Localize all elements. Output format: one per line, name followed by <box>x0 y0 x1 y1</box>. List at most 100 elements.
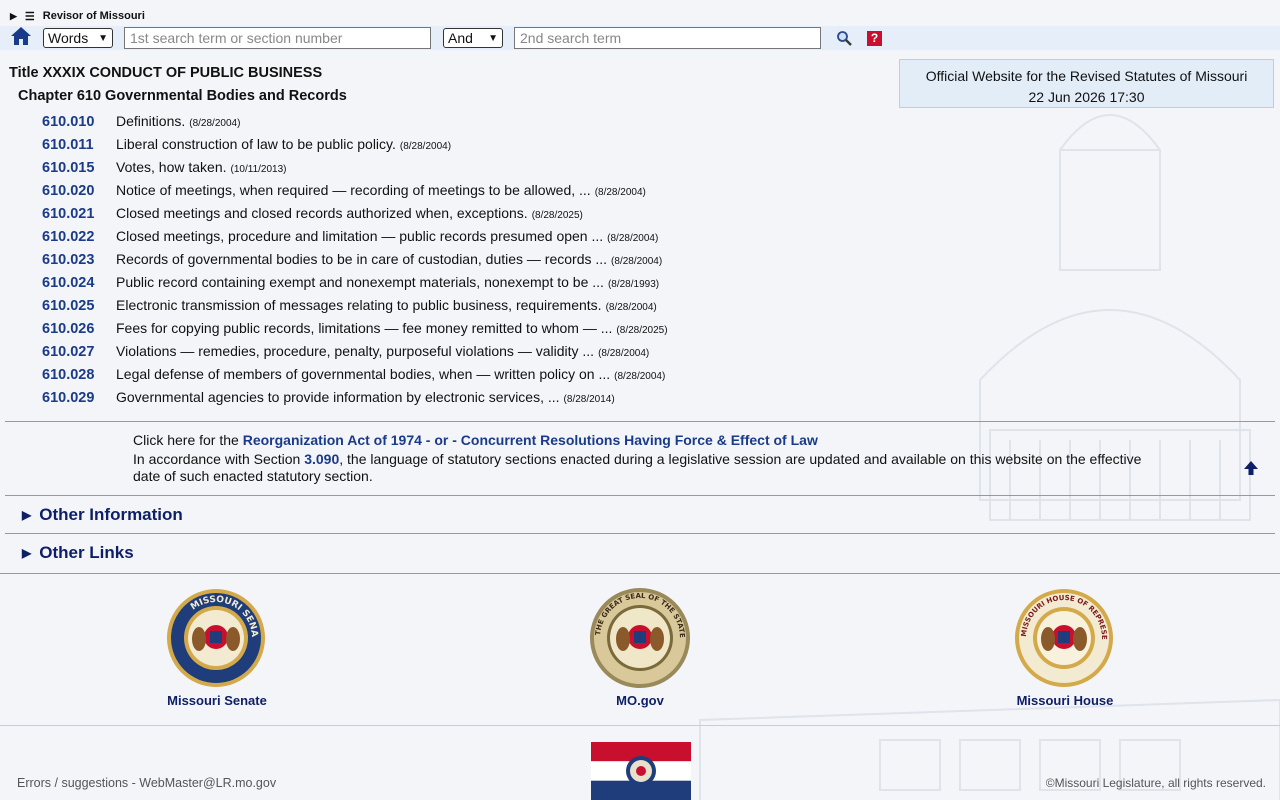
reorganization-act-link[interactable]: Reorganization Act of 1974 <box>243 432 422 448</box>
section-description: Electronic transmission of messages rela… <box>116 297 602 313</box>
section-description: Public record containing exempt and none… <box>116 274 604 290</box>
search-mode-select[interactable]: Words ▼ <box>43 28 113 48</box>
section-number-link[interactable]: 610.029 <box>42 390 116 406</box>
section-row: 610.027 Violations — remedies, procedure… <box>42 343 668 366</box>
section-row: 610.010 Definitions. (8/28/2004) <box>42 113 668 136</box>
other-links-toggle[interactable]: ▶ Other Links <box>22 543 134 563</box>
expand-triangle-icon: ▶ <box>22 546 32 560</box>
section-number-link[interactable]: 610.021 <box>42 206 116 222</box>
reorganization-notice: Click here for the Reorganization Act of… <box>133 432 1163 485</box>
section-date: (8/28/1993) <box>607 279 660 290</box>
section-description: Closed meetings, procedure and limitatio… <box>116 228 604 244</box>
search-term-1-placeholder: 1st search term or section number <box>130 30 343 46</box>
reorg-separator: - or - <box>425 432 457 448</box>
missouri-house-link[interactable]: Missouri House <box>965 693 1165 708</box>
search-connector-select[interactable]: And ▼ <box>443 28 503 48</box>
expand-triangle-icon: ▶ <box>22 508 32 522</box>
search-connector-value: And <box>448 30 473 46</box>
section-3090-link[interactable]: 3.090 <box>304 451 339 467</box>
home-icon[interactable] <box>10 26 32 46</box>
section-number-link[interactable]: 610.023 <box>42 252 116 268</box>
section-description: Liberal construction of law to be public… <box>116 136 396 152</box>
section-description: Votes, how taken. <box>116 159 227 175</box>
divider <box>0 573 1280 574</box>
section-number-link[interactable]: 610.025 <box>42 298 116 314</box>
menu-icon[interactable]: ☰ <box>25 10 35 23</box>
section-description: Records of governmental bodies to be in … <box>116 251 608 267</box>
section-description: Closed meetings and closed records autho… <box>116 205 528 221</box>
section-row: 610.022 Closed meetings, procedure and l… <box>42 228 668 251</box>
section-date: (8/28/2004) <box>614 371 666 382</box>
section-description: Violations — remedies, procedure, penalt… <box>116 343 595 359</box>
chevron-down-icon: ▼ <box>98 32 108 44</box>
section-description: Definitions. <box>116 113 186 129</box>
section-date: (8/28/2014) <box>563 394 615 405</box>
section-row: 610.026 Fees for copying public records,… <box>42 320 668 343</box>
section-row: 610.015 Votes, how taken. (10/11/2013) <box>42 159 668 182</box>
section-date: (8/28/2004) <box>598 348 650 359</box>
section-row: 610.025 Electronic transmission of messa… <box>42 297 668 320</box>
section-number-link[interactable]: 610.010 <box>42 114 116 130</box>
help-button[interactable]: ? <box>867 31 882 46</box>
section-description: Governmental agencies to provide informa… <box>116 389 560 405</box>
mo-gov-link[interactable]: MO.gov <box>540 693 740 708</box>
back-to-top-arrow-icon[interactable] <box>1243 460 1259 476</box>
section-description: Notice of meetings, when required — reco… <box>116 182 591 198</box>
divider <box>0 725 1280 726</box>
copyright-text: ©Missouri Legislature, all rights reserv… <box>1045 776 1266 790</box>
section-row: 610.023 Records of governmental bodies t… <box>42 251 668 274</box>
section-date: (10/11/2013) <box>230 164 287 175</box>
section-row: 610.024 Public record containing exempt … <box>42 274 668 297</box>
divider <box>5 533 1275 534</box>
search-term-2-input[interactable]: 2nd search term <box>514 27 821 49</box>
section-date: (8/28/2025) <box>616 325 668 336</box>
section-number-link[interactable]: 610.026 <box>42 321 116 337</box>
top-line: ▶ ☰ Revisor of Missouri <box>10 8 145 24</box>
section-date: (8/28/2004) <box>607 233 659 244</box>
search-icon[interactable] <box>836 30 852 46</box>
missouri-house-seal[interactable]: MISSOURI HOUSE OF REPRESENTATIVES <box>1014 587 1114 689</box>
title-heading: Title XXXIX CONDUCT OF PUBLIC BUSINESS <box>9 65 323 81</box>
concurrent-resolutions-link[interactable]: Concurrent Resolutions Having Force & Ef… <box>461 432 818 448</box>
search-term-2-placeholder: 2nd search term <box>520 30 622 46</box>
section-date: (8/28/2004) <box>605 302 657 313</box>
search-term-1-input[interactable]: 1st search term or section number <box>124 27 431 49</box>
search-mode-value: Words <box>48 30 89 46</box>
section-number-link[interactable]: 610.027 <box>42 344 116 360</box>
section-row: 610.011 Liberal construction of law to b… <box>42 136 668 159</box>
great-seal-of-missouri[interactable]: THE GREAT SEAL OF THE STATE OF MISSOURI <box>589 587 691 689</box>
section-date: (8/28/2004) <box>594 187 646 198</box>
section-row: 610.029 Governmental agencies to provide… <box>42 389 668 412</box>
section-number-link[interactable]: 610.011 <box>42 137 116 153</box>
section-row: 610.028 Legal defense of members of gove… <box>42 366 668 389</box>
expand-triangle-icon[interactable]: ▶ <box>10 11 17 22</box>
errors-suggestions-link[interactable]: Errors / suggestions - WebMaster@LR.mo.g… <box>17 776 276 790</box>
reorg-line2-prefix: In accordance with Section <box>133 451 301 467</box>
section-number-link[interactable]: 610.028 <box>42 367 116 383</box>
section-date: (8/28/2004) <box>189 118 241 129</box>
section-list: 610.010 Definitions. (8/28/2004) 610.011… <box>42 113 668 412</box>
section-number-link[interactable]: 610.024 <box>42 275 116 291</box>
other-information-toggle[interactable]: ▶ Other Information <box>22 505 183 525</box>
section-number-link[interactable]: 610.015 <box>42 160 116 176</box>
section-description: Legal defense of members of governmental… <box>116 366 611 382</box>
chevron-down-icon: ▼ <box>488 32 498 44</box>
section-date: (8/28/2025) <box>531 210 583 221</box>
missouri-flag-image <box>591 742 691 800</box>
section-number-link[interactable]: 610.020 <box>42 183 116 199</box>
chapter-heading: Chapter 610 Governmental Bodies and Reco… <box>18 88 347 104</box>
section-date: (8/28/2004) <box>611 256 663 267</box>
reorg-prefix: Click here for the <box>133 432 239 448</box>
missouri-senate-link[interactable]: Missouri Senate <box>117 693 317 708</box>
section-date: (8/28/2004) <box>399 141 452 152</box>
site-name[interactable]: Revisor of Missouri <box>43 10 145 22</box>
section-number-link[interactable]: 610.022 <box>42 229 116 245</box>
official-text: Official Website for the Revised Statute… <box>925 68 1248 84</box>
other-information-label: Other Information <box>39 505 183 524</box>
official-datetime: 22 Jun 2026 17:30 <box>1028 89 1145 105</box>
other-links-label: Other Links <box>39 543 134 562</box>
section-description: Fees for copying public records, limitat… <box>116 320 613 336</box>
missouri-senate-seal[interactable]: MISSOURI SENATE <box>166 587 266 689</box>
section-row: 610.020 Notice of meetings, when require… <box>42 182 668 205</box>
official-website-box: Official Website for the Revised Statute… <box>899 59 1274 108</box>
